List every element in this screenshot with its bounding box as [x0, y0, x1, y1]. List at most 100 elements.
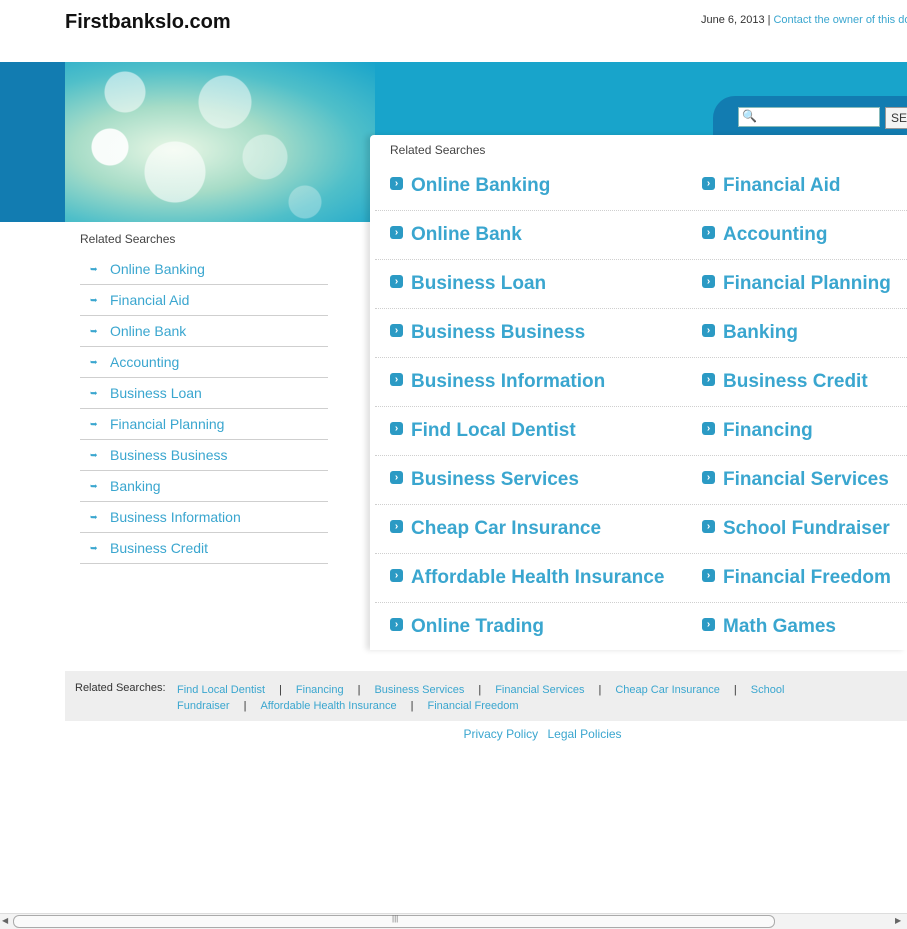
sidebar-link[interactable]: Financial Planning	[110, 409, 224, 439]
related-link-item[interactable]: › Cheap Car Insurance	[390, 505, 601, 553]
related-link-item[interactable]: › Business Business	[390, 309, 585, 357]
search-button[interactable]: SEARCH	[885, 107, 907, 129]
related-link[interactable]: Accounting	[723, 224, 828, 245]
related-link-item[interactable]: › Business Credit	[702, 358, 868, 406]
related-link[interactable]: Business Business	[411, 322, 585, 343]
sidebar-link[interactable]: Online Bank	[110, 316, 186, 346]
horizontal-scrollbar[interactable]: ◀ ||| ▶	[0, 913, 907, 929]
related-link-item[interactable]: › Affordable Health Insurance	[390, 554, 664, 602]
related-link-item[interactable]: › Financial Aid	[702, 162, 841, 210]
date-text: June 6, 2013	[701, 14, 765, 26]
related-link-item[interactable]: › School Fundraiser	[702, 505, 890, 553]
related-link[interactable]: Business Information	[411, 371, 605, 392]
sidebar-item[interactable]: ➥ Business Business	[80, 440, 328, 471]
sidebar-link[interactable]: Banking	[110, 471, 161, 501]
bullet-arrow-icon: ➥	[90, 512, 98, 522]
related-link[interactable]: Online Banking	[411, 175, 550, 196]
related-link[interactable]: Financial Freedom	[723, 567, 891, 588]
related-link[interactable]: Financial Aid	[723, 175, 841, 196]
related-link[interactable]: Business Services	[411, 469, 579, 490]
sidebar-link[interactable]: Business Credit	[110, 533, 208, 563]
sidebar-item[interactable]: ➥ Online Bank	[80, 316, 328, 347]
privacy-policy-link[interactable]: Privacy Policy	[463, 727, 538, 741]
related-link-item[interactable]: › Business Loan	[390, 260, 546, 308]
arrow-right-icon: ›	[702, 324, 715, 338]
related-link-item[interactable]: › Find Local Dentist	[390, 407, 576, 455]
separator: |	[478, 684, 482, 696]
grid-row: › Business Services › Financial Services	[375, 456, 907, 505]
sidebar-item[interactable]: ➥ Online Banking	[80, 254, 328, 285]
related-link-item[interactable]: › Online Banking	[390, 162, 550, 210]
related-link[interactable]: Math Games	[723, 616, 836, 637]
sidebar-item[interactable]: ➥ Banking	[80, 471, 328, 502]
related-link[interactable]: Business Credit	[723, 371, 868, 392]
search-text-field[interactable]	[759, 108, 874, 124]
sidebar-link[interactable]: Business Information	[110, 502, 241, 532]
related-link[interactable]: Financial Services	[723, 469, 889, 490]
separator: |	[279, 684, 282, 696]
sidebar-link[interactable]: Business Loan	[110, 378, 202, 408]
sidebar-item[interactable]: ➥ Business Credit	[80, 533, 328, 564]
related-link[interactable]: Affordable Health Insurance	[411, 567, 664, 588]
sidebar-item[interactable]: ➥ Business Information	[80, 502, 328, 533]
related-link-item[interactable]: › Financial Services	[702, 456, 889, 504]
legal-policies-link[interactable]: Legal Policies	[547, 727, 621, 741]
related-link-item[interactable]: › Business Information	[390, 358, 605, 406]
sidebar-link[interactable]: Financial Aid	[110, 285, 189, 315]
bullet-arrow-icon: ➥	[90, 357, 98, 367]
related-link-item[interactable]: › Financial Freedom	[702, 554, 891, 602]
arrow-right-icon: ›	[702, 226, 715, 240]
related-link[interactable]: Business Loan	[411, 273, 546, 294]
related-link-item[interactable]: › Financial Planning	[702, 260, 891, 308]
sidebar-link[interactable]: Online Banking	[110, 254, 205, 284]
arrow-right-icon: ›	[390, 275, 403, 289]
sidebar-link[interactable]: Accounting	[110, 347, 179, 377]
related-link-item[interactable]: › Online Trading	[390, 603, 544, 651]
grid-row: › Cheap Car Insurance › School Fundraiser	[375, 505, 907, 554]
sidebar-item[interactable]: ➥ Accounting	[80, 347, 328, 378]
arrow-right-icon: ›	[390, 618, 403, 632]
banner-left-band	[0, 62, 65, 222]
related-link[interactable]: Online Bank	[411, 224, 522, 245]
related-link-item[interactable]: › Business Services	[390, 456, 579, 504]
footer-link[interactable]: Cheap Car Insurance	[615, 684, 720, 696]
related-link-item[interactable]: › Online Bank	[390, 211, 522, 259]
sidebar-item[interactable]: ➥ Financial Planning	[80, 409, 328, 440]
related-link[interactable]: Online Trading	[411, 616, 544, 637]
related-link[interactable]: Find Local Dentist	[411, 420, 576, 441]
separator: |	[410, 700, 414, 712]
related-link[interactable]: Cheap Car Insurance	[411, 518, 601, 539]
related-link-item[interactable]: › Math Games	[702, 603, 836, 651]
footer-link[interactable]: Financial Freedom	[427, 700, 518, 712]
related-link-item[interactable]: › Financing	[702, 407, 813, 455]
search-input[interactable]: 🔍	[738, 107, 880, 127]
footer-link[interactable]: Business Services	[374, 684, 464, 696]
sidebar-link[interactable]: Business Business	[110, 440, 228, 470]
related-link-item[interactable]: › Banking	[702, 309, 798, 357]
arrow-right-icon: ›	[390, 422, 403, 436]
scroll-thumb[interactable]: |||	[13, 914, 775, 928]
related-link[interactable]: Banking	[723, 322, 798, 343]
arrow-right-icon: ›	[390, 520, 403, 534]
sidebar-item[interactable]: ➥ Business Loan	[80, 378, 328, 409]
related-link[interactable]: Financing	[723, 420, 813, 441]
bullet-arrow-icon: ➥	[90, 326, 98, 336]
bullet-arrow-icon: ➥	[90, 264, 98, 274]
grid-row: › Business Business › Banking	[375, 309, 907, 358]
contact-owner-link[interactable]: Contact the owner of this domain	[773, 14, 907, 26]
footer-link[interactable]: Financing	[296, 684, 344, 696]
grip-icon: |||	[392, 914, 399, 923]
sidebar-item[interactable]: ➥ Financial Aid	[80, 285, 328, 316]
separator: |	[243, 700, 247, 712]
sidebar: Related Searches ➥ Online Banking ➥ Financi…	[80, 230, 328, 564]
footer-link[interactable]: Affordable Health Insurance	[260, 700, 396, 712]
related-link[interactable]: Financial Planning	[723, 273, 891, 294]
footer-link[interactable]: Financial Services	[495, 684, 584, 696]
scroll-left-arrow-icon[interactable]: ◀	[2, 916, 12, 926]
scroll-right-arrow-icon[interactable]: ▶	[895, 916, 905, 926]
bullet-arrow-icon: ➥	[90, 543, 98, 553]
related-link[interactable]: School Fundraiser	[723, 518, 890, 539]
related-link-item[interactable]: › Accounting	[702, 211, 828, 259]
footer-link[interactable]: Find Local Dentist	[177, 684, 265, 696]
arrow-right-icon: ›	[702, 373, 715, 387]
